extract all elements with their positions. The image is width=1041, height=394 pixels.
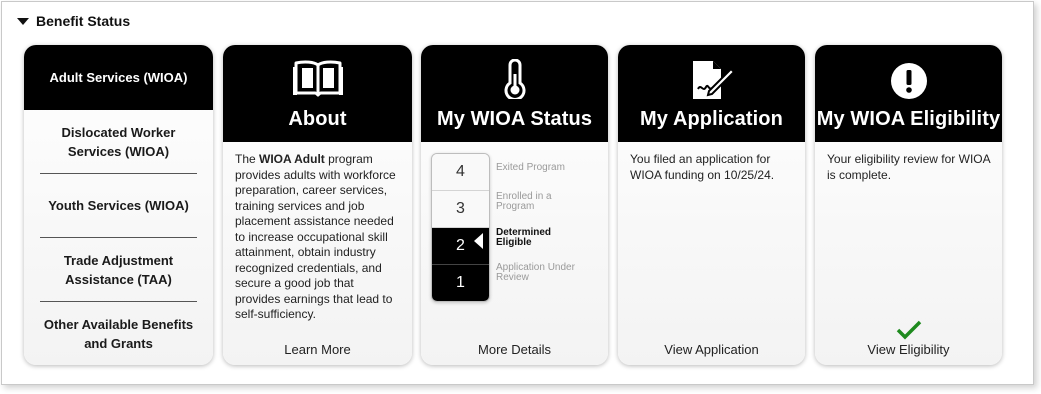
step-label-determined-eligible: Determined Eligible [496, 227, 552, 248]
about-text-before: The [235, 152, 260, 166]
nav-item-dislocated-worker[interactable]: Dislocated Worker Services (WIOA) [24, 110, 213, 173]
nav-item-trade-adjustment[interactable]: Trade Adjustment Assistance (TAA) [24, 238, 213, 301]
step-label-enrolled: Enrolled in a Program [496, 191, 552, 212]
status-step-4: 4 [432, 154, 489, 191]
signed-document-icon [618, 59, 805, 101]
eligibility-card-header: My WIOA Eligibility [815, 45, 1002, 142]
thermometer-icon [421, 59, 608, 99]
checkmark-icon [815, 320, 1002, 340]
book-icon [223, 59, 412, 97]
application-card: My Application You filed an application … [618, 45, 805, 365]
application-card-header: My Application [618, 45, 805, 142]
about-card: About The WIOA Adult program provides ad… [223, 45, 412, 365]
nav-item-adult-services[interactable]: Adult Services (WIOA) [24, 45, 213, 110]
wioa-status-card: My WIOA Status 4 3 2 1 Exited Program En… [421, 45, 608, 365]
about-program-name: WIOA Adult [259, 152, 325, 166]
application-title: My Application [640, 108, 783, 130]
about-text-after: program provides adults with workforce p… [235, 152, 396, 321]
view-application-link[interactable]: View Application [618, 342, 805, 357]
nav-item-youth-services[interactable]: Youth Services (WIOA) [24, 174, 213, 237]
benefit-status-toggle[interactable]: Benefit Status [17, 12, 130, 30]
caret-down-icon [17, 17, 29, 25]
status-ladder: 4 3 2 1 [431, 153, 490, 302]
learn-more-link[interactable]: Learn More [223, 342, 412, 357]
nav-item-other-benefits[interactable]: Other Available Benefits and Grants [24, 302, 213, 365]
current-step-pointer-icon [474, 233, 483, 249]
view-eligibility-link[interactable]: View Eligibility [815, 342, 1002, 357]
eligibility-card: My WIOA Eligibility Your eligibility rev… [815, 45, 1002, 365]
about-card-header: About [223, 45, 412, 142]
about-title: About [288, 108, 347, 130]
step-label-exited: Exited Program [496, 162, 565, 173]
status-card-header: My WIOA Status [421, 45, 608, 142]
more-details-link[interactable]: More Details [421, 342, 608, 357]
status-step-3: 3 [432, 191, 489, 228]
step-label-under-review: Application Under Review [496, 262, 575, 283]
status-title: My WIOA Status [436, 108, 593, 130]
application-description: You filed an application for WIOA fundin… [630, 152, 775, 182]
status-step-1: 1 [432, 265, 489, 301]
exclamation-circle-icon [815, 62, 1002, 100]
about-description: The WIOA Adult program provides adults w… [223, 142, 412, 323]
eligibility-title: My WIOA Eligibility [816, 108, 1001, 130]
panel-title: Benefit Status [36, 13, 131, 29]
eligibility-description: Your eligibility review for WIOA is comp… [827, 152, 990, 182]
benefit-nav: Adult Services (WIOA) Dislocated Worker … [24, 45, 213, 365]
